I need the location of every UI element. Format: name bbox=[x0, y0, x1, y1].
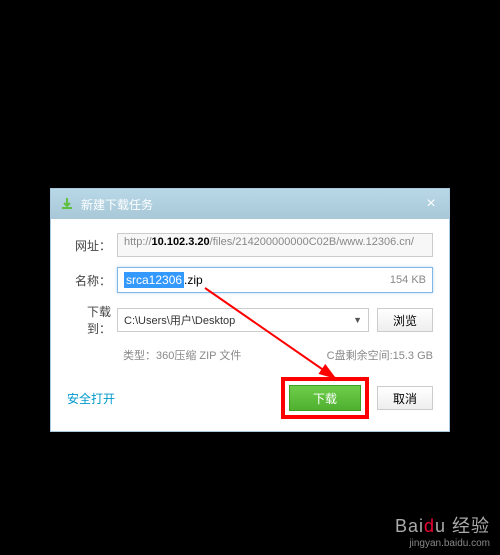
path-label: 下载到： bbox=[67, 303, 117, 337]
url-label: 网址： bbox=[67, 237, 117, 254]
browse-button[interactable]: 浏览 bbox=[377, 308, 433, 332]
filename-selected: srca12306 bbox=[124, 272, 184, 288]
url-path: /files/214200000000C02B/www.12306.cn/ bbox=[210, 236, 414, 248]
path-row: 下载到： C:\Users\用户\Desktop ▼ 浏览 bbox=[67, 303, 433, 337]
highlight-annotation: 下载 bbox=[281, 377, 369, 419]
cancel-button[interactable]: 取消 bbox=[377, 386, 433, 410]
download-dialog: 新建下载任务 × 网址： http://10.102.3.20/files/21… bbox=[50, 188, 450, 432]
watermark: Baidu 经验 jingyan.baidu.com bbox=[395, 512, 490, 549]
dialog-body: 网址： http://10.102.3.20/files/21420000000… bbox=[51, 219, 449, 431]
watermark-url: jingyan.baidu.com bbox=[395, 538, 490, 549]
file-type: 类型：360压缩 ZIP 文件 bbox=[123, 347, 241, 363]
path-value: C:\Users\用户\Desktop bbox=[124, 312, 235, 328]
disk-space: C盘剩余空间:15.3 GB bbox=[327, 347, 433, 363]
name-label: 名称： bbox=[67, 272, 117, 289]
close-icon[interactable]: × bbox=[421, 195, 441, 213]
dialog-titlebar[interactable]: 新建下载任务 × bbox=[51, 189, 449, 219]
safe-open-link[interactable]: 安全打开 bbox=[67, 390, 115, 407]
download-icon bbox=[59, 196, 75, 212]
footer-row: 安全打开 下载 取消 bbox=[67, 377, 433, 419]
file-size: 154 KB bbox=[390, 274, 426, 286]
url-input[interactable]: http://10.102.3.20/files/214200000000C02… bbox=[117, 233, 433, 257]
watermark-logo: Baidu 经验 bbox=[395, 512, 490, 538]
path-input[interactable]: C:\Users\用户\Desktop ▼ bbox=[117, 308, 369, 332]
dialog-title: 新建下载任务 bbox=[81, 196, 153, 213]
filename-ext: .zip bbox=[184, 273, 203, 287]
download-button[interactable]: 下载 bbox=[289, 385, 361, 411]
url-host: 10.102.3.20 bbox=[152, 236, 210, 248]
meta-row: 类型：360压缩 ZIP 文件 C盘剩余空间:15.3 GB bbox=[123, 347, 433, 363]
chevron-down-icon[interactable]: ▼ bbox=[353, 315, 362, 325]
name-row: 名称： srca12306.zip 154 KB bbox=[67, 267, 433, 293]
url-row: 网址： http://10.102.3.20/files/21420000000… bbox=[67, 233, 433, 257]
filename-input[interactable]: srca12306.zip 154 KB bbox=[117, 267, 433, 293]
url-prefix: http:// bbox=[124, 236, 152, 248]
